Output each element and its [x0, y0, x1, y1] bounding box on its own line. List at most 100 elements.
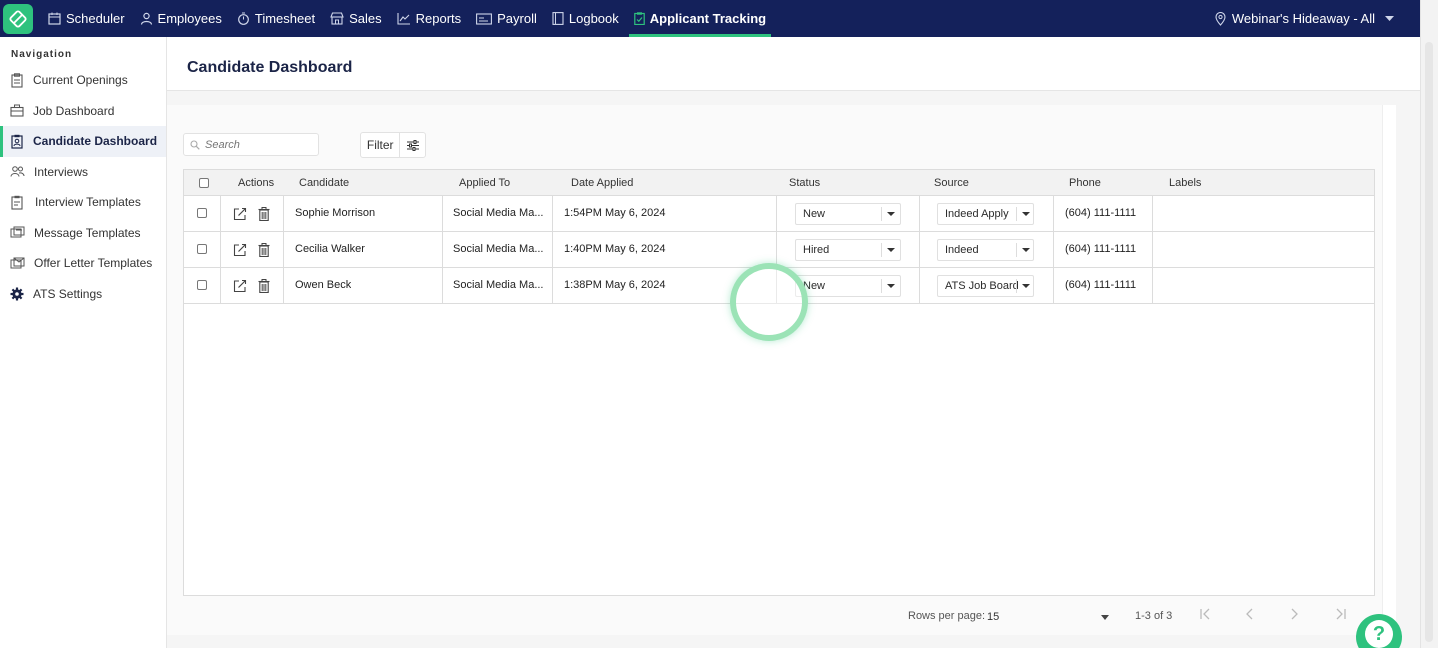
trash-icon[interactable] — [258, 279, 270, 293]
trash-icon[interactable] — [258, 243, 270, 257]
nav-payroll[interactable]: Payroll — [476, 0, 537, 37]
next-page-icon[interactable] — [1289, 608, 1299, 620]
location-selector[interactable]: Webinar's Hideaway - All — [1215, 0, 1400, 37]
nav-label: Sales — [349, 11, 382, 26]
row-checkbox[interactable] — [197, 244, 207, 254]
column-header-date-applied[interactable]: Date Applied — [571, 170, 633, 196]
sidebar-item-label: ATS Settings — [33, 286, 103, 301]
candidate-name[interactable]: Owen Beck — [295, 268, 351, 303]
search-box[interactable] — [183, 133, 319, 156]
pagination-range: 1-3 of 3 — [1135, 610, 1173, 622]
sidebar-item-interviews[interactable]: Interviews — [0, 157, 166, 188]
filter-label: Filter — [361, 133, 401, 157]
status-select[interactable]: New — [795, 203, 901, 225]
sidebar-item-current-openings[interactable]: Current Openings — [0, 65, 166, 96]
sidebar-heading: Navigation — [11, 49, 73, 60]
stopwatch-icon — [237, 12, 249, 25]
nav-label: Timesheet — [254, 11, 316, 26]
sidebar-item-label: Message Templates — [34, 225, 141, 240]
page-title: Candidate Dashboard — [187, 59, 353, 76]
status-select[interactable]: Hired — [795, 239, 901, 261]
nav-applicant-tracking[interactable]: Applicant Tracking — [628, 0, 772, 37]
previous-page-icon[interactable] — [1245, 608, 1255, 620]
status-select[interactable]: New — [795, 275, 901, 297]
table-header: Actions Candidate Applied To Date Applie… — [184, 170, 1374, 196]
column-header-candidate[interactable]: Candidate — [299, 170, 349, 196]
row-checkbox[interactable] — [197, 208, 207, 218]
select-all-checkbox[interactable] — [199, 178, 209, 188]
id-badge-icon — [11, 134, 23, 149]
phone: (604) 111-1111 — [1065, 279, 1137, 291]
nav-scheduler[interactable]: Scheduler — [48, 0, 125, 37]
last-page-icon[interactable] — [1333, 608, 1347, 620]
candidate-panel: Filter Actions Candidate Applied To Date… — [167, 105, 1396, 635]
table-row[interactable]: Cecilia Walker Social Media Ma... 1:40PM… — [184, 232, 1374, 268]
first-page-icon[interactable] — [1199, 608, 1213, 620]
sidebar-item-label: Current Openings — [33, 73, 128, 88]
date-applied: 1:54PM May 6, 2024 — [564, 207, 666, 219]
applied-to: Social Media Ma... — [453, 243, 543, 255]
sliders-icon — [406, 139, 419, 151]
nav-logbook[interactable]: Logbook — [552, 0, 619, 37]
edit-icon[interactable] — [233, 207, 247, 221]
chevron-down-icon[interactable] — [1101, 615, 1109, 620]
nav-label: Logbook — [568, 11, 619, 26]
source-select[interactable]: Indeed — [937, 239, 1034, 261]
panel-scrollbar[interactable] — [1382, 105, 1396, 635]
nav-employees[interactable]: Employees — [140, 0, 222, 37]
candidate-name[interactable]: Sophie Morrison — [295, 196, 375, 231]
edit-icon[interactable] — [233, 279, 247, 293]
applied-to: Social Media Ma... — [453, 207, 543, 219]
sidebar-item-ats-settings[interactable]: ATS Settings — [0, 279, 166, 310]
nav-label: Applicant Tracking — [649, 11, 767, 26]
edit-icon[interactable] — [233, 243, 247, 257]
app-logo[interactable] — [3, 3, 33, 34]
column-header-source[interactable]: Source — [934, 170, 969, 196]
scrollbar-thumb[interactable] — [1425, 42, 1433, 642]
book-icon — [552, 12, 564, 25]
nav-sales[interactable]: Sales — [330, 0, 382, 37]
sidebar-item-message-templates[interactable]: Message Templates — [0, 218, 166, 249]
nav-label: Reports — [415, 11, 462, 26]
source-value: ATS Job Board — [945, 280, 1019, 292]
search-icon — [190, 139, 200, 150]
sidebar-item-candidate-dashboard[interactable]: Candidate Dashboard — [0, 126, 166, 157]
sidebar-item-job-dashboard[interactable]: Job Dashboard — [0, 96, 166, 127]
sidebar-item-label: Interviews — [34, 164, 89, 179]
source-select[interactable]: ATS Job Board — [937, 275, 1034, 297]
card-icon — [476, 12, 493, 25]
nav-timesheet[interactable]: Timesheet — [237, 0, 315, 37]
click-indicator — [730, 263, 808, 341]
calendar-icon — [48, 12, 61, 25]
chart-line-icon — [397, 13, 410, 25]
filter-settings-button[interactable] — [400, 139, 425, 151]
location-label: Webinar's Hideaway - All — [1231, 11, 1375, 26]
source-select[interactable]: Indeed Apply — [937, 203, 1034, 225]
clipboard-icon — [633, 12, 645, 25]
row-checkbox[interactable] — [197, 280, 207, 290]
column-header-applied-to[interactable]: Applied To — [459, 170, 510, 196]
search-input[interactable] — [205, 138, 315, 151]
date-applied: 1:38PM May 6, 2024 — [564, 279, 666, 291]
sidebar-item-label: Interview Templates — [35, 195, 141, 210]
nav-reports[interactable]: Reports — [397, 0, 462, 37]
rows-per-page-label: Rows per page: — [908, 610, 986, 622]
column-header-status[interactable]: Status — [789, 170, 820, 196]
rows-per-page-select[interactable]: 15 — [987, 611, 999, 623]
column-header-labels[interactable]: Labels — [1169, 170, 1201, 196]
main-area: Candidate Dashboard Filter Actions Candi… — [167, 37, 1420, 648]
window-scrollbar[interactable] — [1420, 0, 1438, 648]
table-row[interactable]: Sophie Morrison Social Media Ma... 1:54P… — [184, 196, 1374, 232]
source-value: Indeed — [945, 244, 979, 256]
candidate-name[interactable]: Cecilia Walker — [295, 232, 365, 267]
sidebar-item-interview-templates[interactable]: Interview Templates — [0, 187, 166, 218]
column-header-phone[interactable]: Phone — [1069, 170, 1101, 196]
pagination-bar: Rows per page: 15 1-3 of 3 — [183, 596, 1375, 634]
phone: (604) 111-1111 — [1065, 243, 1137, 255]
clipboard-template-icon — [11, 195, 23, 210]
sidebar-item-offer-letter-templates[interactable]: Offer Letter Templates — [0, 248, 166, 279]
source-value: Indeed Apply — [945, 208, 1009, 220]
trash-icon[interactable] — [258, 207, 270, 221]
nav-label: Scheduler — [66, 11, 125, 26]
filter-button[interactable]: Filter — [360, 132, 426, 158]
